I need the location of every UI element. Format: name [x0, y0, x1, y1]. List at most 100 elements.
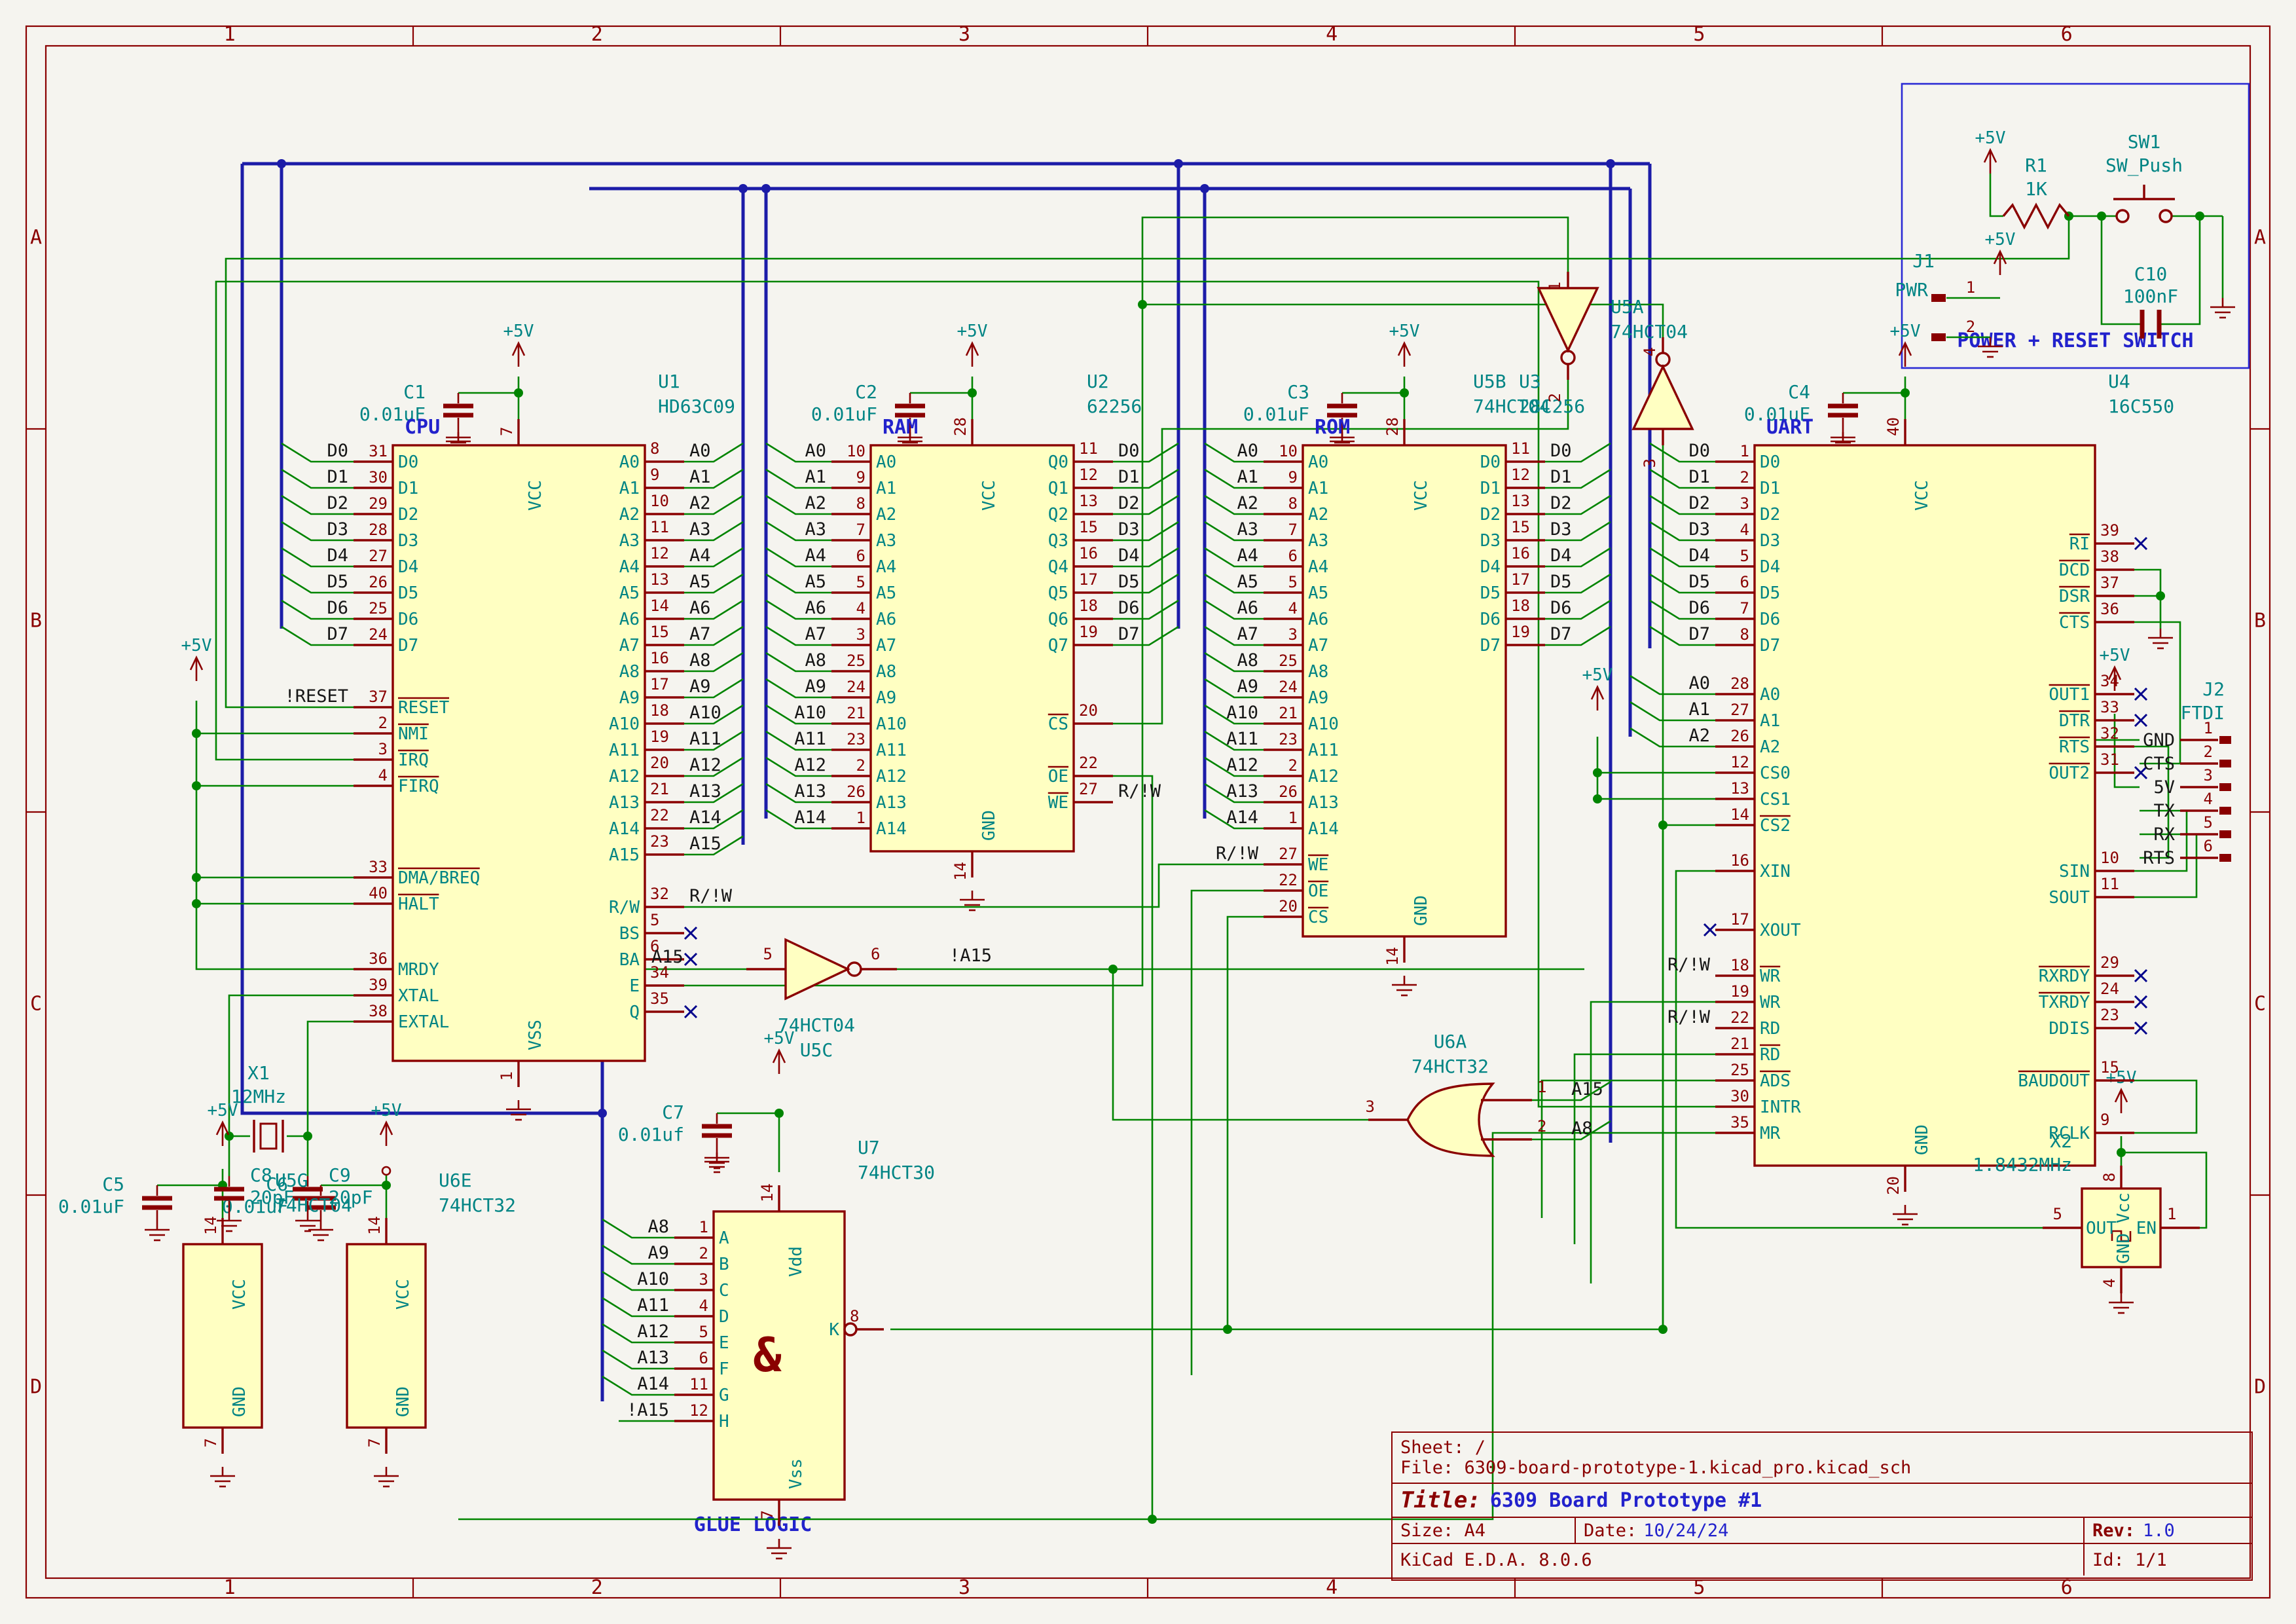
pin-number: 40: [1884, 417, 1903, 436]
pin-number: 8: [650, 439, 659, 458]
pin-number: 35: [650, 989, 669, 1008]
pin-number: 9: [1288, 468, 1298, 487]
pin-number: 4: [1740, 521, 1749, 539]
net-label: D4: [1688, 545, 1710, 566]
gnd-symbol: [704, 1149, 729, 1168]
pin-number: 20: [1884, 1176, 1903, 1195]
pin-number: 21: [1279, 704, 1298, 722]
gnd-symbol: [2210, 298, 2235, 318]
pin-number: 37: [369, 688, 388, 706]
junction-dot: [1200, 184, 1209, 193]
pin-number: 2: [1740, 468, 1749, 487]
capacitor[interactable]: [142, 1185, 172, 1221]
pin-number: 27: [1730, 701, 1749, 719]
ic-U4[interactable]: UARTU416C55040VCC20GND1D0D02D1D13D2D24D3…: [1630, 371, 2174, 1195]
ic-U1[interactable]: CPUU1HD63C097VCC1VSS31D0D030D1D129D2D228…: [282, 371, 743, 1087]
net-label: D5: [1688, 572, 1710, 592]
grid-col-label: 4: [1326, 23, 1338, 46]
switch-SW1[interactable]: [2113, 185, 2175, 222]
pin-number: 12: [1730, 753, 1749, 771]
pin-name: C: [719, 1281, 729, 1301]
pin-name: NMI: [398, 724, 429, 744]
pin-name: D6: [1480, 610, 1501, 629]
pin-name: D7: [398, 636, 418, 655]
cap-value: 100nF: [2123, 286, 2178, 307]
wire: [287, 1022, 354, 1136]
junction-dot: [192, 729, 201, 738]
cap-ref: C2: [855, 381, 877, 403]
net-label: D2: [1118, 493, 1140, 513]
net-label: A7: [805, 624, 826, 644]
gate-value: 74HCT04: [778, 1014, 855, 1036]
crystal-value: 12MHz: [231, 1086, 286, 1107]
junction-dot: [382, 1181, 391, 1190]
pin-name: XOUT: [1760, 921, 1801, 940]
pin-number: 29: [2100, 953, 2119, 972]
pin-name: D7: [1480, 636, 1501, 655]
pin-name: D: [719, 1307, 729, 1327]
pin-number: 21: [1730, 1035, 1749, 1053]
pin-name: A2: [1308, 505, 1328, 525]
pin-number: 11: [1079, 439, 1098, 458]
net-label: A2: [689, 493, 711, 513]
capacitor[interactable]: [702, 1113, 732, 1149]
gate-U6A[interactable]: [1368, 1084, 1532, 1156]
schematic-canvas[interactable]: 112233445566AABBCCDDPOWER + RESET SWITCH…: [0, 0, 2296, 1624]
pin-number: 24: [2100, 980, 2119, 998]
pin-name: A12: [876, 767, 907, 786]
ic-U3[interactable]: ROMU328C25628VCC14GND10A0A09A1A18A2A27A3…: [1205, 371, 1611, 966]
pin-name: A5: [876, 583, 896, 603]
pin-name: Vcc: [2114, 1192, 2134, 1223]
capacitor[interactable]: [443, 393, 473, 428]
junction-dot: [1223, 1325, 1232, 1334]
oscillator-X2[interactable]: [2043, 1166, 2200, 1293]
pin-name: F: [719, 1359, 729, 1379]
pin-name: A9: [619, 688, 640, 708]
pin-name: TXRDY: [2039, 993, 2090, 1012]
connector-value: PWR: [1895, 279, 1928, 301]
resistor-R1[interactable]: [2003, 205, 2069, 227]
pin-number: 3: [2204, 766, 2213, 784]
pin-number: 6: [871, 945, 880, 963]
cap-ref: C4: [1788, 381, 1810, 403]
pin-name: RD: [1760, 1045, 1780, 1065]
pin-name: A3: [619, 531, 640, 551]
net-label: A6: [1237, 598, 1258, 618]
pin-number: 5: [1288, 573, 1298, 591]
chip-ref: U5G: [275, 1170, 308, 1191]
pin-number: 23: [650, 832, 669, 851]
date-label: Date:: [1584, 1521, 1637, 1541]
capacitor[interactable]: [1828, 393, 1858, 428]
pin-name: EN: [2136, 1219, 2157, 1238]
ic-U6E[interactable]: U6E74HCT3214VCC7GND: [347, 1170, 516, 1454]
pin-name: Q3: [1048, 531, 1068, 551]
ic-U7[interactable]: &U774HCT3014Vdd7Vss1AA82BA93CA104DA115EA…: [602, 1137, 935, 1526]
pin-name: WE: [1048, 793, 1068, 813]
pin-number: 16: [1079, 544, 1098, 563]
net-label: A9: [689, 676, 711, 697]
power-net-label: +5V: [371, 1101, 402, 1120]
gnd-symbol: [506, 1100, 531, 1120]
pin-name: DCD: [2059, 561, 2090, 580]
net-label: D2: [1550, 493, 1572, 513]
pin-name: A14: [876, 819, 907, 839]
pin-number: 38: [369, 1002, 388, 1020]
connector-J1[interactable]: [1931, 294, 1946, 341]
ic-U2[interactable]: RAMU26225628VCC14GND10A0A09A1A18A2A27A3A…: [766, 371, 1178, 881]
section-box-power-reset: [1902, 84, 2249, 368]
pin-number: 17: [650, 675, 669, 693]
pin-name: WR: [1760, 993, 1781, 1012]
pin-name: D2: [398, 505, 418, 525]
pin-number: 3: [1641, 458, 1659, 468]
pin-number: 10: [847, 442, 866, 460]
pin-number: 20: [1279, 897, 1298, 915]
net-label: D0: [327, 441, 348, 461]
pin-number: 3: [1740, 494, 1749, 513]
crystal-x1[interactable]: [254, 1120, 283, 1153]
pin-name: A5: [619, 583, 640, 603]
power-net-label: +5V: [957, 322, 988, 341]
pin-name: CS1: [1760, 790, 1791, 809]
power-net-label: +5V: [181, 636, 212, 655]
pin-name: FIRQ: [398, 777, 439, 796]
pin-number: 24: [1279, 678, 1298, 696]
